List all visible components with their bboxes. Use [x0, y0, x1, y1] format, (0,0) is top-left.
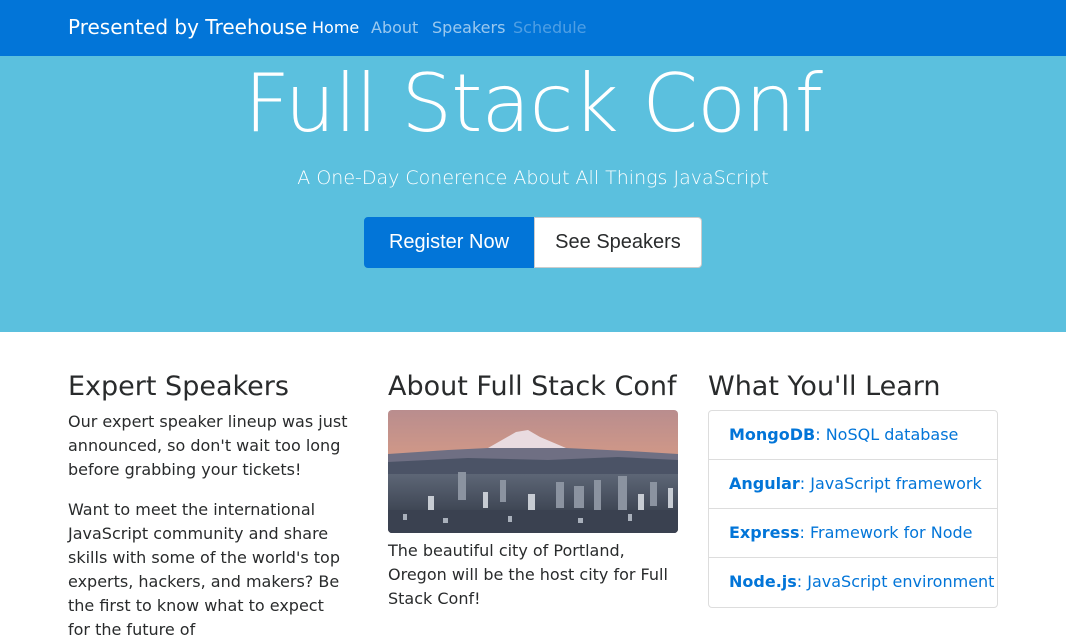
nav-link-speakers[interactable]: Speakers: [432, 18, 505, 37]
navbar-brand[interactable]: Presented by Treehouse: [68, 15, 307, 39]
list-item[interactable]: Node.js: JavaScript environment: [709, 558, 997, 607]
learn-column: What You'll Learn MongoDB: NoSQL databas…: [708, 370, 998, 608]
nav-link-home[interactable]: Home: [312, 18, 359, 37]
topic-description: : NoSQL database: [815, 425, 959, 444]
learn-heading: What You'll Learn: [708, 371, 941, 402]
hero-title: Full Stack Conf: [244, 57, 823, 150]
about-column: About Full Stack Conf The beautiful city…: [388, 370, 678, 611]
about-heading: About Full Stack Conf: [388, 371, 677, 402]
speakers-paragraph: Our expert speaker lineup was just annou…: [68, 412, 348, 479]
hero-banner: Full Stack Conf A One-Day Conerence Abou…: [0, 56, 1066, 332]
see-speakers-button[interactable]: See Speakers: [534, 217, 702, 268]
speakers-paragraph: Want to meet the international JavaScrip…: [68, 500, 340, 639]
hero-subtitle: A One-Day Conerence About All Things Jav…: [297, 167, 769, 189]
topic-description: : Framework for Node: [799, 523, 973, 542]
register-now-button[interactable]: Register Now: [364, 217, 534, 268]
city-caption: The beautiful city of Portland, Oregon w…: [388, 541, 668, 608]
topic-name: Express: [729, 523, 800, 542]
list-item[interactable]: MongoDB: NoSQL database: [709, 411, 997, 460]
speakers-column: Expert Speakers Our expert speaker lineu…: [68, 370, 350, 642]
speakers-heading: Expert Speakers: [68, 371, 289, 402]
list-item[interactable]: Angular: JavaScript framework: [709, 460, 997, 509]
topic-name: Angular: [729, 474, 800, 493]
navbar: Presented by Treehouse Home About Speake…: [0, 0, 1066, 56]
portland-city-image: [388, 410, 678, 533]
topic-name: Node.js: [729, 572, 797, 591]
topic-description: : JavaScript environment: [796, 572, 995, 591]
topic-name: MongoDB: [729, 425, 816, 444]
nav-link-schedule: Schedule: [513, 18, 587, 37]
topic-description: : JavaScript framework: [799, 474, 982, 493]
learn-list: MongoDB: NoSQL database Angular: JavaScr…: [708, 410, 998, 608]
list-item[interactable]: Express: Framework for Node: [709, 509, 997, 558]
nav-link-about[interactable]: About: [371, 18, 418, 37]
